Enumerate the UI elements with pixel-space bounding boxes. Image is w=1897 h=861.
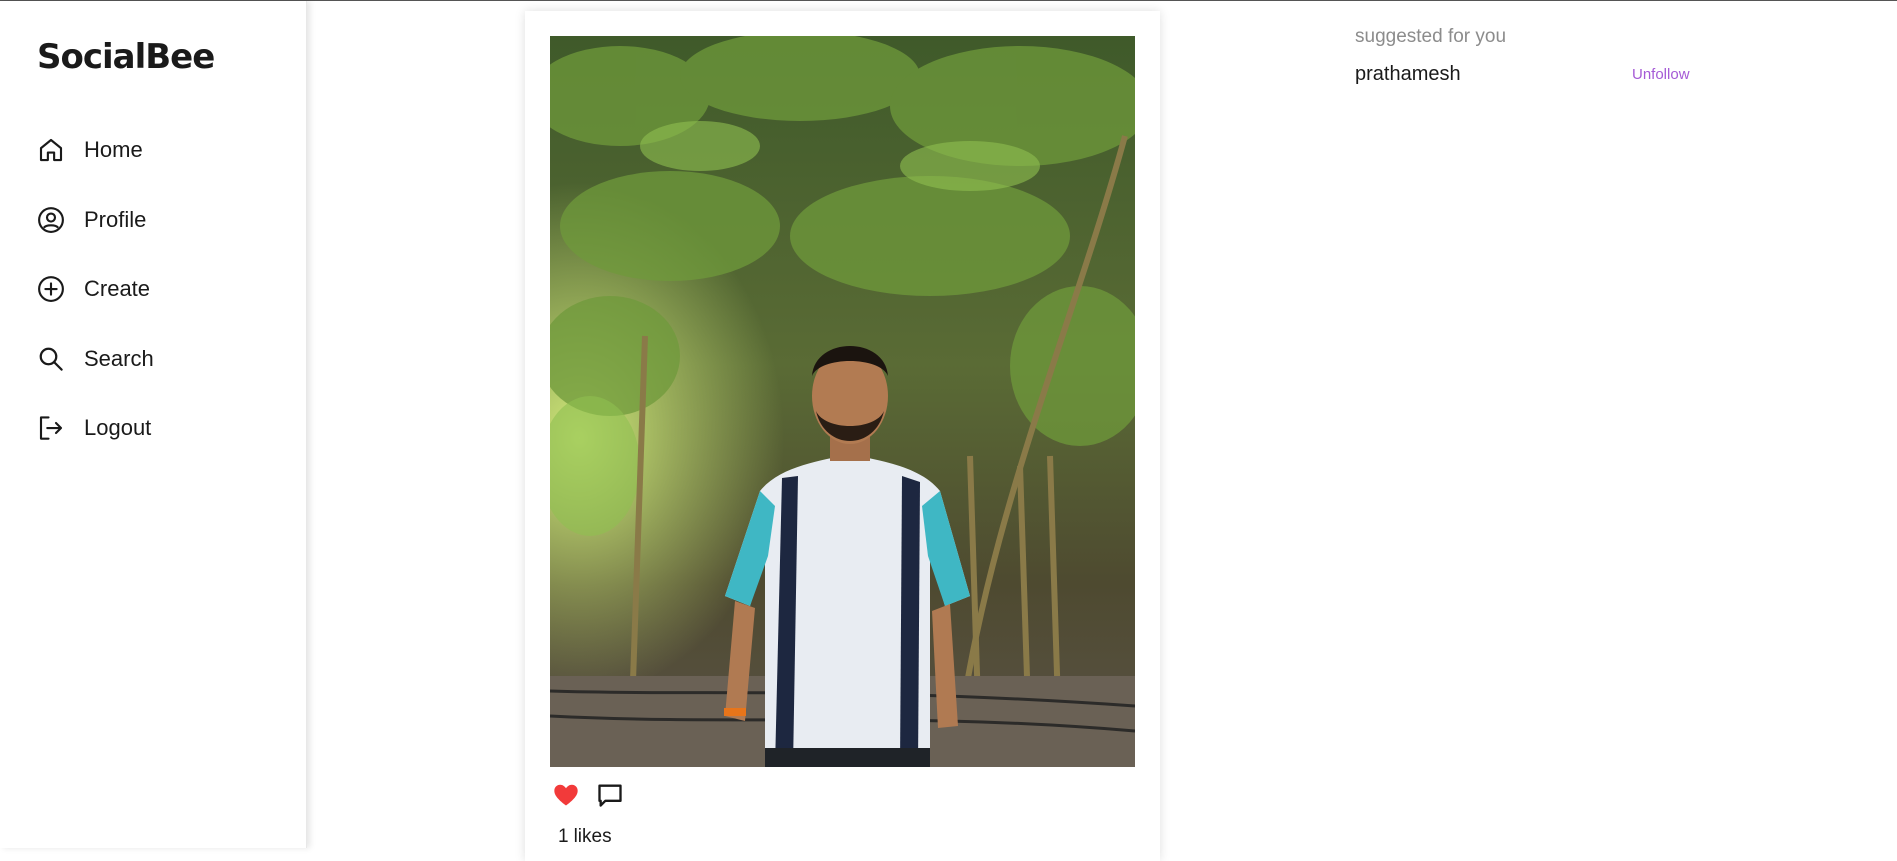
unfollow-button[interactable]: Unfollow bbox=[1632, 66, 1690, 83]
likes-count: 1 likes bbox=[558, 826, 617, 848]
sidebar-item-profile[interactable]: Profile bbox=[36, 205, 154, 235]
sidebar-item-create[interactable]: Create bbox=[36, 274, 154, 304]
likes-number: 1 bbox=[558, 826, 569, 847]
search-icon bbox=[39, 347, 63, 371]
sidebar-item-logout[interactable]: Logout bbox=[36, 413, 154, 443]
logout-icon bbox=[39, 416, 63, 440]
sidebar-item-label: Home bbox=[84, 137, 143, 162]
sidebar-item-label: Profile bbox=[84, 206, 147, 232]
sidebar: SocialBee Home Profile Create Search Log… bbox=[0, 1, 307, 848]
plus-circle-icon bbox=[38, 276, 64, 302]
sidebar-item-label: Search bbox=[84, 345, 154, 371]
post-photo-illustration bbox=[550, 36, 1135, 767]
post-actions bbox=[552, 781, 640, 809]
sidebar-item-home[interactable]: Home bbox=[36, 135, 154, 165]
suggested-username[interactable]: prathamesh bbox=[1355, 63, 1461, 86]
suggestions-title: suggested for you bbox=[1355, 26, 1507, 47]
likes-label: likes bbox=[573, 826, 612, 847]
suggestions-panel: suggested for you prathamesh Unfollow bbox=[1355, 26, 1705, 89]
sidebar-nav: Home Profile Create Search Logout bbox=[36, 135, 154, 483]
post-image[interactable] bbox=[550, 36, 1135, 767]
comment-icon[interactable] bbox=[596, 781, 624, 809]
sidebar-item-label: Create bbox=[84, 276, 151, 301]
sidebar-item-search[interactable]: Search bbox=[36, 344, 154, 374]
sidebar-item-label: Logout bbox=[84, 415, 152, 440]
app-logo[interactable]: SocialBee bbox=[37, 37, 215, 77]
home-icon bbox=[39, 138, 63, 162]
user-circle-icon bbox=[38, 206, 64, 233]
post-card: 1 likes bbox=[525, 11, 1160, 861]
suggestion-row: prathamesh Unfollow bbox=[1355, 63, 1705, 89]
heart-icon[interactable] bbox=[552, 781, 580, 809]
